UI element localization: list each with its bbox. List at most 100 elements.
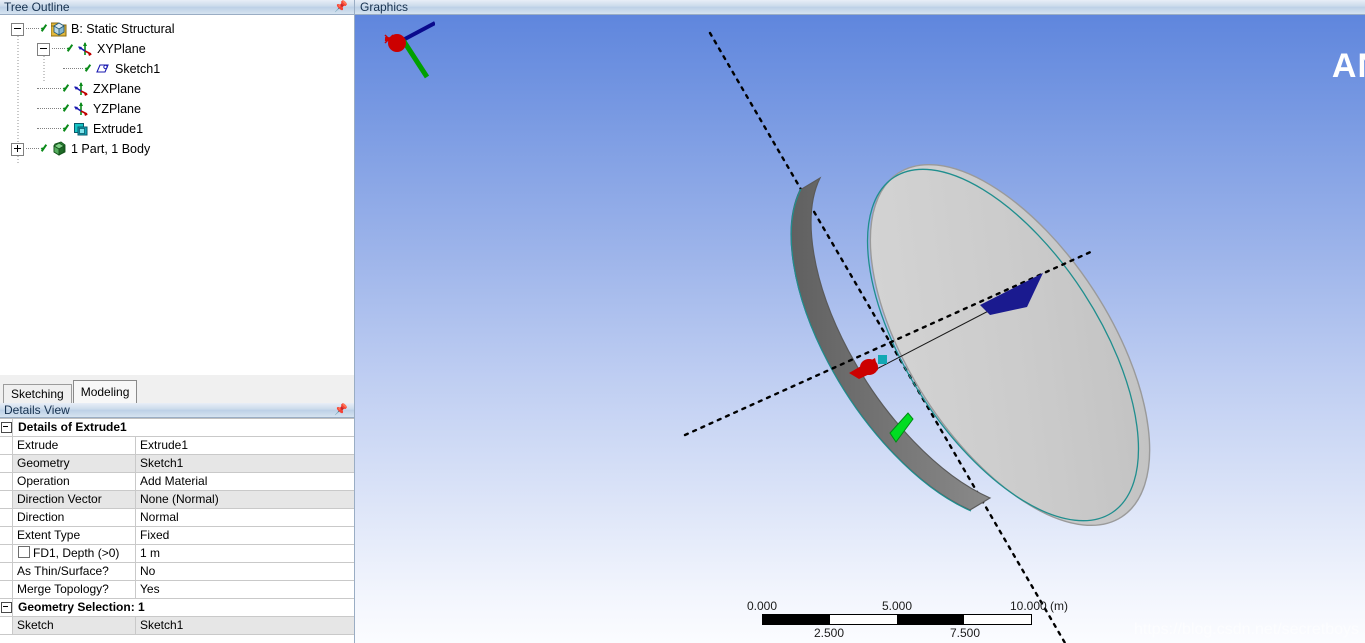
table-row[interactable]: Direction Vector None (Normal) [0,491,354,509]
property-name-label: FD1, Depth (>0) [33,546,120,560]
triad-z-axis [402,21,435,42]
scale-bar: 0.000 5.000 10.000 (m) 2.500 7.500 [746,598,1068,641]
check-icon [62,123,72,136]
expand-toggle-icon[interactable] [11,142,24,156]
property-value[interactable]: Normal [136,509,354,526]
table-row[interactable]: Extrude Extrude1 [0,437,354,455]
tree-outline-panel: Tree Outline 📌 B: Static Structural XYPl… [0,0,355,375]
tree-item-label: Extrude1 [93,122,144,136]
details-group-header-row[interactable]: Geometry Selection: 1 [0,599,354,617]
tree-item-sketch1[interactable]: Sketch1 [6,59,354,79]
extrude-icon [73,121,89,137]
table-row[interactable]: As Thin/Surface? No [0,563,354,581]
scale-segment [830,615,897,624]
scale-segment [964,615,1031,624]
property-name: Sketch [13,617,136,634]
plane-icon [73,101,89,117]
tab-modeling[interactable]: Modeling [72,380,138,403]
scale-tick-label: 2.500 [813,626,845,640]
scale-tick-label: 0.000 [746,599,778,613]
tree-item-yzplane[interactable]: YZPlane [6,99,354,119]
scale-tick-label: 7.500 [949,626,981,640]
property-value[interactable]: No [136,563,354,580]
ansys-designmodeler-window: Tree Outline 📌 B: Static Structural XYPl… [0,0,1365,643]
table-row[interactable]: Merge Topology? Yes [0,581,354,599]
property-name: Extrude [13,437,136,454]
details-property-table[interactable]: Details of Extrude1 Extrude Extrude1 Geo… [0,418,354,643]
tab-sketching[interactable]: Sketching [3,384,72,404]
tree-connector-dots [37,128,61,130]
table-row[interactable]: Sketch Sketch1 [0,617,354,635]
details-group-title: Geometry Selection: 1 [13,599,354,616]
plane-icon [73,81,89,97]
details-view-title-bar: Details View 📌 [0,403,354,418]
tree-connector-dots [26,148,39,150]
table-row[interactable]: Direction Normal [0,509,354,527]
tree-outline-body[interactable]: B: Static Structural XYPlane Sketch1 ZXP… [0,15,354,374]
property-value[interactable]: None (Normal) [136,491,354,508]
tree-item-label: Sketch1 [115,62,161,76]
details-view-title: Details View [4,403,70,417]
mode-tab-strip: Sketching Modeling [0,375,355,404]
depth-parameter-checkbox[interactable] [18,546,30,558]
property-value[interactable]: Add Material [136,473,354,490]
property-value[interactable]: Fixed [136,527,354,544]
check-icon [62,83,72,96]
plane-icon [77,41,93,57]
scale-bar-graphic [762,614,1032,625]
property-value[interactable]: Extrude1 [136,437,354,454]
project-icon [50,21,67,37]
body-icon [51,141,67,157]
row-gutter [0,527,13,544]
tree-item-parts-bodies[interactable]: 1 Part, 1 Body [6,139,354,159]
property-value[interactable]: Sketch1 [136,455,354,472]
row-gutter [0,473,13,490]
tree-item-label: 1 Part, 1 Body [71,142,151,156]
scale-bar-top-labels: 0.000 5.000 10.000 (m) [746,598,1068,614]
tree-item-static-structural[interactable]: B: Static Structural [6,19,354,39]
property-value[interactable]: Sketch1 [136,617,354,634]
table-row[interactable]: Geometry Sketch1 [0,455,354,473]
tree-item-xyplane[interactable]: XYPlane [6,39,354,59]
scale-bar-bottom-labels: 2.500 7.500 [747,625,1047,641]
tree-item-zxplane[interactable]: ZXPlane [6,79,354,99]
row-gutter [0,563,13,580]
details-group-title: Details of Extrude1 [13,419,354,436]
details-group-header-row[interactable]: Details of Extrude1 [0,419,354,437]
tree-connector-dots [63,68,83,70]
row-gutter [0,581,13,598]
group-collapse-toggle-icon[interactable] [0,419,13,436]
graphics-viewport[interactable]: AN 0.000 5.000 10.000 (m) [355,15,1365,643]
tree-connector-dots [52,48,65,50]
sketch-icon [95,61,111,77]
group-collapse-toggle-icon[interactable] [0,599,13,616]
property-value[interactable]: Yes [136,581,354,598]
table-row[interactable]: Operation Add Material [0,473,354,491]
row-gutter [0,509,13,526]
scale-segment [763,615,830,624]
check-icon [66,43,76,56]
extruded-disc-body[interactable] [790,119,1205,572]
row-gutter [0,455,13,472]
property-name: As Thin/Surface? [13,563,136,580]
collapse-toggle-icon[interactable] [11,22,24,36]
model-3d-scene [683,31,1205,643]
tree-outline-title: Tree Outline [4,0,70,14]
graphics-title-bar: Graphics [355,0,1365,15]
row-gutter [0,545,13,562]
coordinate-triad[interactable] [355,15,435,105]
scale-tick-label: 5.000 [881,599,913,613]
property-value[interactable]: 1 m [136,545,354,562]
collapse-toggle-icon[interactable] [37,42,50,56]
graphics-title: Graphics [360,0,409,14]
row-gutter [0,491,13,508]
tree-item-label: XYPlane [97,42,146,56]
table-row[interactable]: Extent Type Fixed [0,527,354,545]
tree-outline-title-bar: Tree Outline 📌 [0,0,354,15]
tree-item-extrude1[interactable]: Extrude1 [6,119,354,139]
tree-item-label: B: Static Structural [71,22,175,36]
table-row-depth[interactable]: FD1, Depth (>0) 1 m [0,545,354,563]
pin-icon[interactable]: 📌 [334,403,348,418]
pin-icon[interactable]: 📌 [334,0,348,15]
tree-item-label: ZXPlane [93,82,141,96]
